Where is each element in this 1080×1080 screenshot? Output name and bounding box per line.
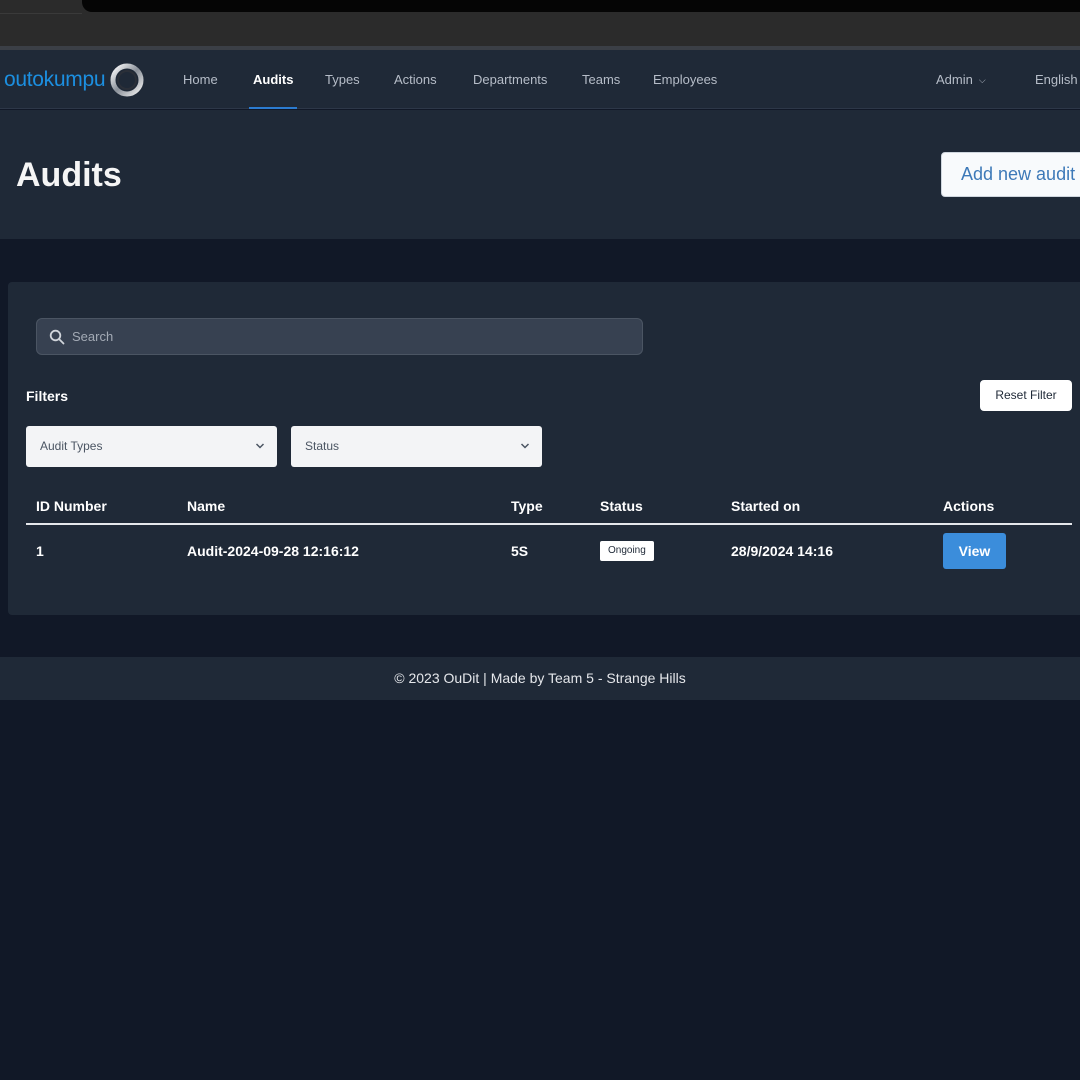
screen-bezel xyxy=(82,0,1080,12)
view-audit-button[interactable]: View xyxy=(943,533,1006,569)
chevron-down-icon xyxy=(520,443,530,449)
language-selector[interactable]: English xyxy=(1035,50,1078,109)
column-header-started-on[interactable]: Started on xyxy=(731,498,800,514)
nav-teams[interactable]: Teams xyxy=(582,50,620,109)
frame-line xyxy=(0,13,82,14)
page-title: Audits xyxy=(16,156,122,194)
brand-logo-text: outokumpu xyxy=(4,68,106,91)
cell-type: 5S xyxy=(511,543,529,559)
device-frame-top xyxy=(0,0,1080,46)
column-header-name[interactable]: Name xyxy=(187,498,225,514)
admin-menu[interactable]: Admin ⌵ xyxy=(936,50,986,109)
status-badge: Ongoing xyxy=(600,541,654,561)
brand-logo[interactable]: outokumpu xyxy=(4,61,145,99)
nav-audits[interactable]: Audits xyxy=(248,50,298,109)
top-navbar: outokumpu Home Audits Types Actions Depa… xyxy=(0,50,1080,109)
nav-employees[interactable]: Employees xyxy=(653,50,717,109)
column-header-status[interactable]: Status xyxy=(600,498,643,514)
nav-home[interactable]: Home xyxy=(183,50,218,109)
nav-actions[interactable]: Actions xyxy=(394,50,437,109)
audits-card: Filters Reset Filter Audit Types Status … xyxy=(8,282,1080,615)
page-footer: © 2023 OuDit | Made by Team 5 - Strange … xyxy=(0,657,1080,700)
filters-label: Filters xyxy=(26,388,69,404)
search-box xyxy=(36,318,643,355)
chevron-down-icon: ⌵ xyxy=(978,75,986,85)
cell-id: 1 xyxy=(36,543,44,559)
chevron-down-icon xyxy=(255,443,265,449)
nav-types[interactable]: Types xyxy=(325,50,360,109)
table-row[interactable]: 1 Audit-2024-09-28 12:16:12 5S Ongoing 2… xyxy=(26,527,1072,573)
status-select[interactable]: Status xyxy=(291,426,542,467)
table-header: ID Number Name Type Status Started on Ac… xyxy=(26,489,1072,525)
audit-types-select[interactable]: Audit Types xyxy=(26,426,277,467)
nav-departments[interactable]: Departments xyxy=(473,50,547,109)
search-icon xyxy=(49,329,65,345)
brand-ring-icon xyxy=(110,63,144,97)
add-new-audit-button[interactable]: Add new audit xyxy=(941,152,1080,197)
reset-filter-button[interactable]: Reset Filter xyxy=(980,380,1072,411)
cell-name: Audit-2024-09-28 12:16:12 xyxy=(187,543,359,559)
cell-started-on: 28/9/2024 14:16 xyxy=(731,543,833,559)
admin-menu-label: Admin xyxy=(936,72,973,87)
column-header-id[interactable]: ID Number xyxy=(36,498,107,514)
audit-types-select-value: Audit Types xyxy=(40,439,103,453)
page-header: Audits Add new audit xyxy=(0,110,1080,239)
search-input[interactable] xyxy=(72,319,632,354)
status-select-value: Status xyxy=(305,439,340,453)
column-header-type[interactable]: Type xyxy=(511,498,543,514)
column-header-actions: Actions xyxy=(943,498,995,514)
